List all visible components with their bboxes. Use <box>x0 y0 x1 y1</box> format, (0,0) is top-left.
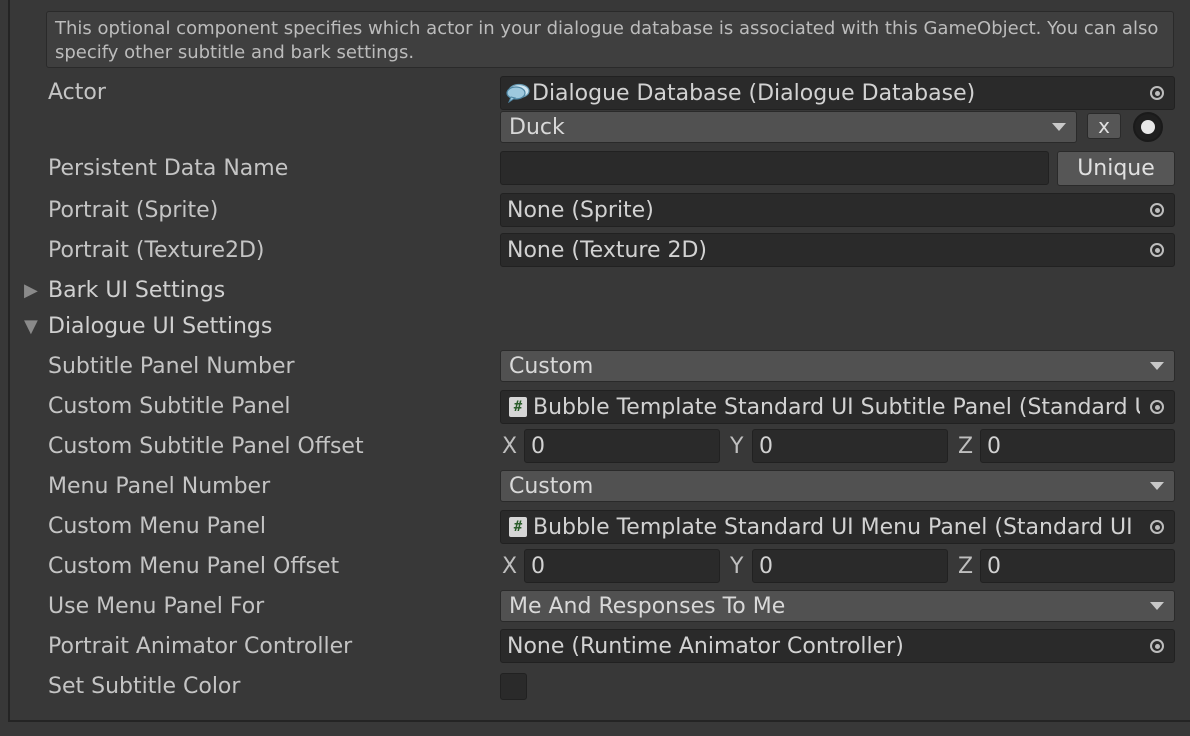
object-picker-icon[interactable] <box>1140 511 1174 543</box>
object-picker-icon[interactable] <box>1140 630 1174 662</box>
chevron-down-icon <box>1052 123 1066 131</box>
database-field[interactable]: Dialogue Database (Dialogue Database) <box>500 76 1175 110</box>
persistent-data-name-input[interactable] <box>500 151 1049 185</box>
menu-offset-z-value: 0 <box>987 553 1001 579</box>
portrait-animator-label: Portrait Animator Controller <box>48 634 353 659</box>
custom-subtitle-panel-label: Custom Subtitle Panel <box>48 394 291 419</box>
actor-dropdown[interactable]: Duck <box>500 111 1077 143</box>
menu-offset-z-input[interactable]: 0 <box>980 549 1175 583</box>
set-subtitle-color-checkbox[interactable] <box>500 673 527 700</box>
x-axis-label: X <box>502 554 518 579</box>
portrait-animator-value: None (Runtime Animator Controller) <box>507 633 904 659</box>
chevron-down-icon[interactable]: ▼ <box>24 316 38 337</box>
custom-menu-panel-value: Bubble Template Standard UI Menu Panel (… <box>533 514 1140 540</box>
custom-subtitle-panel-value: Bubble Template Standard UI Subtitle Pan… <box>533 394 1140 420</box>
subtitle-offset-x-input[interactable]: 0 <box>524 429 720 463</box>
subtitle-offset-z-input[interactable]: 0 <box>980 429 1175 463</box>
y-axis-label: Y <box>730 434 744 459</box>
menu-panel-number-dropdown[interactable]: Custom <box>500 470 1175 502</box>
persistent-data-name-label: Persistent Data Name <box>48 156 289 181</box>
custom-subtitle-offset-label: Custom Subtitle Panel Offset <box>48 434 364 459</box>
subtitle-offset-y-input[interactable]: 0 <box>752 429 948 463</box>
menu-offset-y-value: 0 <box>759 553 773 579</box>
subtitle-offset-x-value: 0 <box>531 433 545 459</box>
chevron-down-icon <box>1150 362 1164 370</box>
subtitle-offset-z-value: 0 <box>987 433 1001 459</box>
actor-radio-toggle[interactable] <box>1133 112 1163 142</box>
script-icon: # <box>509 397 527 417</box>
use-menu-panel-for-value: Me And Responses To Me <box>509 593 786 619</box>
menu-offset-x-input[interactable]: 0 <box>524 549 720 583</box>
clear-actor-button[interactable]: x <box>1087 113 1121 139</box>
subtitle-panel-number-dropdown[interactable]: Custom <box>500 350 1175 382</box>
menu-offset-x-value: 0 <box>531 553 545 579</box>
object-picker-icon[interactable] <box>1140 77 1174 109</box>
menu-offset-y-input[interactable]: 0 <box>752 549 948 583</box>
z-axis-label: Z <box>958 434 974 459</box>
script-icon: # <box>509 517 527 537</box>
chevron-down-icon <box>1150 602 1164 610</box>
custom-menu-offset-label: Custom Menu Panel Offset <box>48 554 340 579</box>
portrait-sprite-field[interactable]: None (Sprite) <box>500 193 1175 227</box>
portrait-sprite-value: None (Sprite) <box>507 197 654 223</box>
chevron-right-icon[interactable]: ▶ <box>24 280 38 301</box>
object-picker-icon[interactable] <box>1140 194 1174 226</box>
database-value: Dialogue Database (Dialogue Database) <box>532 80 976 106</box>
subtitle-panel-number-label: Subtitle Panel Number <box>48 354 295 379</box>
custom-menu-panel-field[interactable]: # Bubble Template Standard UI Menu Panel… <box>500 510 1175 544</box>
object-picker-icon[interactable] <box>1140 234 1174 266</box>
dialogue-ui-settings-foldout[interactable]: Dialogue UI Settings <box>48 314 272 339</box>
set-subtitle-color-label: Set Subtitle Color <box>48 674 241 699</box>
chevron-down-icon <box>1150 482 1164 490</box>
unique-button[interactable]: Unique <box>1057 151 1175 186</box>
custom-menu-panel-label: Custom Menu Panel <box>48 514 267 539</box>
object-picker-icon[interactable] <box>1140 391 1174 423</box>
x-axis-label: X <box>502 434 518 459</box>
subtitle-panel-number-value: Custom <box>509 353 594 379</box>
actor-dropdown-value: Duck <box>509 114 565 140</box>
portrait-texture-value: None (Texture 2D) <box>507 237 708 263</box>
menu-panel-number-value: Custom <box>509 473 594 499</box>
menu-panel-number-label: Menu Panel Number <box>48 474 271 499</box>
help-box: This optional component specifies which … <box>46 11 1174 68</box>
bark-ui-settings-foldout[interactable]: Bark UI Settings <box>48 278 225 303</box>
y-axis-label: Y <box>730 554 744 579</box>
portrait-animator-field[interactable]: None (Runtime Animator Controller) <box>500 629 1175 663</box>
use-menu-panel-for-dropdown[interactable]: Me And Responses To Me <box>500 590 1175 622</box>
z-axis-label: Z <box>958 554 974 579</box>
subtitle-offset-y-value: 0 <box>759 433 773 459</box>
portrait-sprite-label: Portrait (Sprite) <box>48 198 219 223</box>
portrait-texture-field[interactable]: None (Texture 2D) <box>500 233 1175 267</box>
custom-subtitle-panel-field[interactable]: # Bubble Template Standard UI Subtitle P… <box>500 390 1175 424</box>
dialogue-database-icon <box>506 83 530 104</box>
portrait-texture-label: Portrait (Texture2D) <box>48 238 265 263</box>
use-menu-panel-for-label: Use Menu Panel For <box>48 594 265 619</box>
actor-label: Actor <box>48 80 106 105</box>
